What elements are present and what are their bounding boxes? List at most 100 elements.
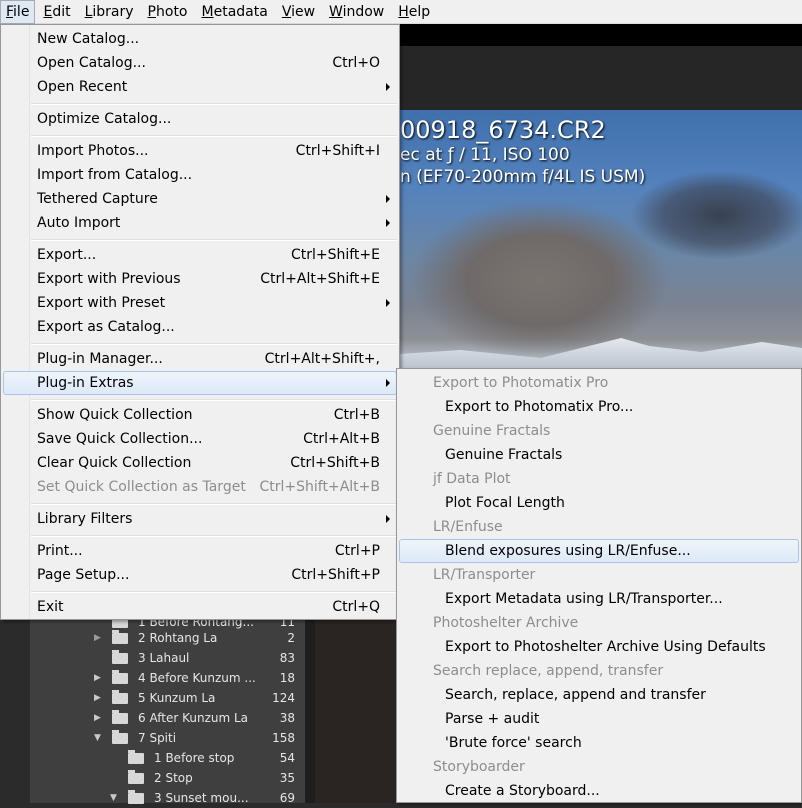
folder-row[interactable]: 2 Stop 35: [106, 768, 295, 788]
folder-count: 54: [279, 751, 295, 765]
folder-row[interactable]: 3 Lahaul 83: [90, 648, 295, 668]
photo-info-overlay: 00918_6734.CR2 ec at ƒ / 11, ISO 100 n (…: [400, 116, 645, 188]
menu-item-shortcut: Ctrl+B: [333, 407, 380, 423]
submenu-item-parse-audit[interactable]: Parse + audit: [399, 708, 799, 730]
submenu-item-label: Blend exposures using LR/Enfuse...: [445, 543, 691, 559]
menu-item-shortcut: Ctrl+Q: [332, 599, 380, 615]
menu-item-import-photos[interactable]: Import Photos... Ctrl+Shift+I: [3, 140, 397, 162]
submenu-item-label: Create a Storyboard...: [445, 783, 600, 799]
folder-row[interactable]: ▶ 2 Rohtang La 2: [90, 628, 295, 648]
folder-count: 35: [279, 771, 295, 785]
menu-help-mnemonic: H: [398, 3, 409, 20]
folder-count: 158: [272, 731, 295, 745]
menu-item-tethered-capture[interactable]: Tethered Capture: [3, 188, 397, 210]
collapse-triangle-icon[interactable]: ▼: [110, 788, 120, 808]
menu-file[interactable]: File: [0, 0, 36, 24]
photo-exposure: ec at ƒ / 11, ISO 100: [400, 145, 570, 165]
submenu-header-label: Storyboarder: [433, 759, 525, 775]
submenu-item-export-metadata[interactable]: Export Metadata using LR/Transporter...: [399, 588, 799, 610]
plugin-extras-submenu: Export to Photomatix Pro Export to Photo…: [396, 368, 802, 803]
expand-triangle-icon[interactable]: ▶: [94, 688, 104, 708]
menu-item-exit[interactable]: Exit Ctrl+Q: [3, 596, 397, 618]
folder-row[interactable]: 1 Before stop 54: [106, 748, 295, 768]
menu-item-plugin-manager[interactable]: Plug-in Manager... Ctrl+Alt+Shift+,: [3, 348, 397, 370]
folder-icon: [128, 790, 144, 804]
collapse-triangle-icon[interactable]: ▼: [94, 728, 104, 748]
menu-view[interactable]: View: [276, 0, 321, 24]
menu-edit-mnemonic: E: [43, 3, 53, 20]
menu-item-plugin-extras[interactable]: Plug-in Extras: [3, 371, 397, 395]
grid-area: [315, 620, 400, 803]
folder-row[interactable]: ▶ 6 After Kunzum La 38: [90, 708, 295, 728]
submenu-item-label: Plot Focal Length: [445, 495, 565, 511]
menu-item-label: Set Quick Collection as Target: [37, 479, 246, 495]
expand-triangle-icon[interactable]: ▶: [94, 668, 104, 688]
submenu-header-label: Search replace, append, transfer: [433, 663, 664, 679]
menu-item-set-quick-collection-target: Set Quick Collection as Target Ctrl+Shift…: [3, 476, 397, 498]
top-toolbar-strip: [400, 24, 802, 46]
submenu-item-blend-exposures[interactable]: Blend exposures using LR/Enfuse...: [399, 539, 799, 563]
submenu-header-photoshelter: Photoshelter Archive: [399, 612, 799, 634]
menu-item-shortcut: Ctrl+P: [334, 543, 380, 559]
expand-triangle-icon[interactable]: ▶: [94, 628, 104, 648]
folder-name: 4 Before Kunzum ...: [138, 671, 256, 685]
submenu-item-brute-force-search[interactable]: 'Brute force' search: [399, 732, 799, 754]
menu-help[interactable]: Help: [392, 0, 436, 24]
submenu-item-export-photomatix[interactable]: Export to Photomatix Pro...: [399, 396, 799, 418]
submenu-item-export-photoshelter[interactable]: Export to Photoshelter Archive Using Def…: [399, 636, 799, 658]
menu-item-label: New Catalog...: [37, 31, 140, 47]
menu-item-shortcut: Ctrl+Shift+E: [290, 247, 380, 263]
menu-item-new-catalog[interactable]: New Catalog...: [3, 28, 397, 50]
folder-icon: [112, 730, 128, 744]
menu-edit[interactable]: Edit: [37, 0, 76, 24]
panel-scrollbar[interactable]: [305, 620, 315, 803]
folder-row[interactable]: ▼ 3 Sunset mou... 69: [106, 788, 295, 808]
menu-item-optimize-catalog[interactable]: Optimize Catalog...: [3, 108, 397, 130]
menu-item-clear-quick-collection[interactable]: Clear Quick Collection Ctrl+Shift+B: [3, 452, 397, 474]
folder-row[interactable]: ▶ 5 Kunzum La 124: [90, 688, 295, 708]
submenu-item-create-storyboard[interactable]: Create a Storyboard...: [399, 780, 799, 802]
menu-item-save-quick-collection[interactable]: Save Quick Collection... Ctrl+Alt+B: [3, 428, 397, 450]
menu-window[interactable]: Window: [323, 0, 390, 24]
menu-item-import-from-catalog[interactable]: Import from Catalog...: [3, 164, 397, 186]
menu-item-page-setup[interactable]: Page Setup... Ctrl+Shift+P: [3, 564, 397, 586]
file-menu: New Catalog... Open Catalog... Ctrl+O Ope…: [0, 24, 400, 620]
menu-item-label: Open Catalog...: [37, 55, 146, 71]
folder-icon: [112, 650, 128, 664]
expand-triangle-icon[interactable]: ▶: [94, 708, 104, 728]
menu-separator: [31, 591, 397, 593]
menu-item-show-quick-collection[interactable]: Show Quick Collection Ctrl+B: [3, 404, 397, 426]
menu-item-export-as-catalog[interactable]: Export as Catalog...: [3, 316, 397, 338]
menu-item-shortcut: Ctrl+Alt+Shift+,: [264, 351, 380, 367]
folder-row[interactable]: ▶ 4 Before Kunzum ... 18: [90, 668, 295, 688]
folder-name: 3 Lahaul: [138, 651, 190, 665]
menu-metadata[interactable]: Metadata: [196, 0, 274, 24]
submenu-item-genuine-fractals[interactable]: Genuine Fractals: [399, 444, 799, 466]
menu-library[interactable]: Library: [79, 0, 140, 24]
folder-name: 5 Kunzum La: [138, 691, 216, 705]
menu-item-export[interactable]: Export... Ctrl+Shift+E: [3, 244, 397, 266]
submenu-item-search-replace[interactable]: Search, replace, append and transfer: [399, 684, 799, 706]
menu-item-label: Export with Preset: [37, 295, 166, 311]
menu-item-shortcut: Ctrl+Shift+B: [290, 455, 380, 471]
menu-item-print[interactable]: Print... Ctrl+P: [3, 540, 397, 562]
menu-item-label: Save Quick Collection...: [37, 431, 203, 447]
submenu-arrow-icon: [386, 195, 390, 203]
menu-item-export-with-previous[interactable]: Export with Previous Ctrl+Alt+Shift+E: [3, 268, 397, 290]
menu-item-library-filters[interactable]: Library Filters: [3, 508, 397, 530]
submenu-item-label: Export Metadata using LR/Transporter...: [445, 591, 723, 607]
menu-item-label: Auto Import: [37, 215, 121, 231]
submenu-item-plot-focal-length[interactable]: Plot Focal Length: [399, 492, 799, 514]
menu-item-export-with-preset[interactable]: Export with Preset: [3, 292, 397, 314]
menu-window-label: indow: [342, 3, 385, 20]
menu-item-auto-import[interactable]: Auto Import: [3, 212, 397, 234]
menu-item-open-recent[interactable]: Open Recent: [3, 76, 397, 98]
folder-name: 3 Sunset mou...: [154, 791, 249, 805]
menu-photo-mnemonic: P: [147, 3, 156, 20]
menu-item-label: Optimize Catalog...: [37, 111, 172, 127]
folder-row[interactable]: ▼ 7 Spiti 158: [90, 728, 295, 748]
submenu-item-label: Parse + audit: [445, 711, 540, 727]
submenu-header-label: LR/Transporter: [433, 567, 536, 583]
menu-item-open-catalog[interactable]: Open Catalog... Ctrl+O: [3, 52, 397, 74]
menu-photo[interactable]: Photo: [142, 0, 194, 24]
